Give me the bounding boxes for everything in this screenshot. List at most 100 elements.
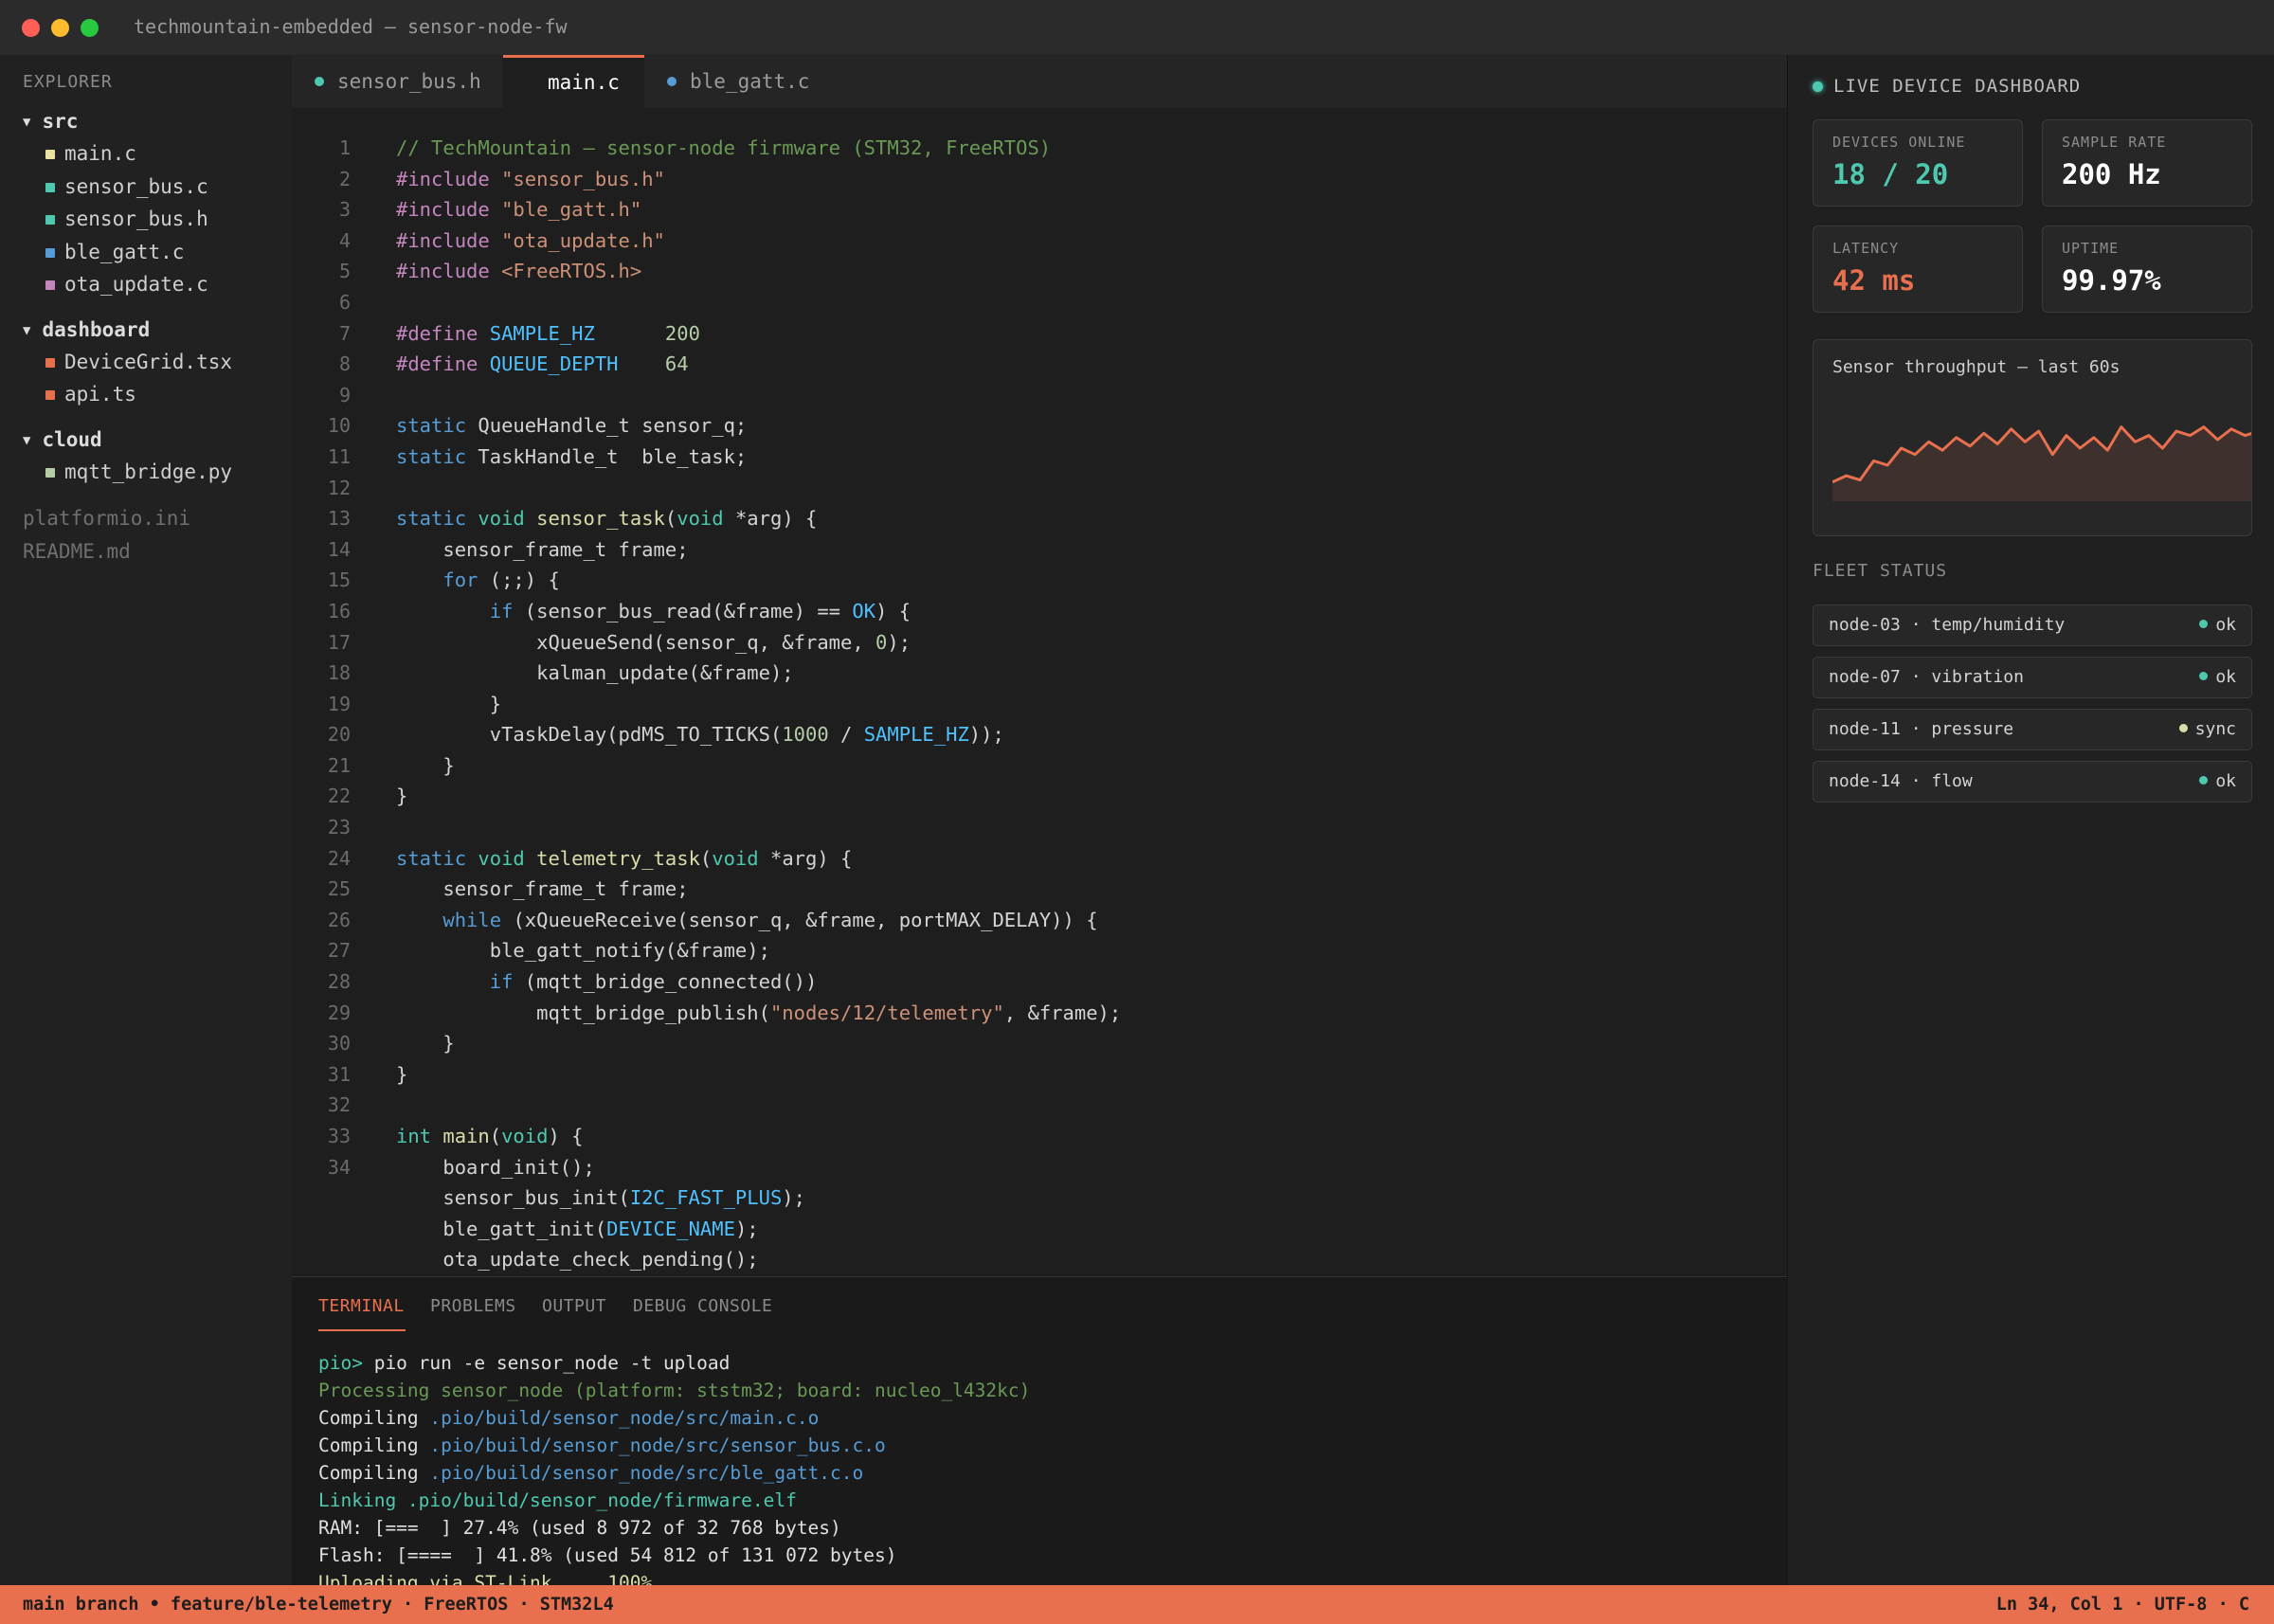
code-line[interactable]	[396, 287, 1121, 318]
code-line[interactable]	[396, 812, 1121, 843]
file-modified-icon	[667, 77, 677, 86]
file-item[interactable]: sensor_bus.h	[45, 208, 208, 230]
code-line[interactable]: sensor_bus_init(I2C_FAST_PLUS);	[396, 1182, 1121, 1214]
file-item[interactable]: ble_gatt.c	[45, 241, 184, 263]
code-line[interactable]: while (xQueueReceive(sensor_q, &frame, p…	[396, 905, 1121, 936]
fleet-row[interactable]: node-14 · flow ok	[1813, 761, 2252, 803]
code-line[interactable]: for (;;) {	[396, 565, 1121, 596]
terminal-tab-terminal[interactable]: TERMINAL	[318, 1296, 405, 1316]
file-item[interactable]: ota_update.c	[45, 273, 208, 296]
file-type-icon	[45, 150, 55, 159]
code-line[interactable]	[396, 473, 1121, 504]
code-line[interactable]: #define SAMPLE_HZ 200	[396, 318, 1121, 350]
code-line[interactable]: vTaskDelay(pdMS_TO_TICKS(1000 / SAMPLE_H…	[396, 719, 1121, 750]
code-line[interactable]: }	[396, 689, 1121, 720]
fleet-row[interactable]: node-03 · temp/humidity ok	[1813, 604, 2252, 646]
chart-title: Sensor throughput — last 60s	[1832, 357, 2121, 377]
terminal-line: RAM: [=== ] 27.4% (used 8 972 of 32 768 …	[318, 1514, 1030, 1542]
code-line[interactable]: #include "ota_update.h"	[396, 226, 1121, 257]
line-number: 34	[327, 1155, 351, 1179]
code-line[interactable]	[396, 1090, 1121, 1121]
code-line[interactable]: int main(void) {	[396, 1121, 1121, 1152]
terminal-panel[interactable]: pio> pio run -e sensor_node -t upload Pro…	[292, 1276, 1787, 1594]
metric-label: SAMPLE RATE	[2062, 134, 2167, 151]
code-line[interactable]: }	[396, 1059, 1121, 1091]
code-content[interactable]: // TechMountain — sensor-node firmware (…	[396, 133, 1121, 1275]
minimize-window-button[interactable]	[51, 19, 69, 37]
code-line[interactable]: }	[396, 750, 1121, 782]
file-label: mqtt_bridge.py	[64, 460, 233, 483]
fleet-row[interactable]: node-11 · pressure sync	[1813, 709, 2252, 750]
code-line[interactable]: board_init();	[396, 1152, 1121, 1183]
line-number: 9	[338, 383, 351, 406]
code-token: sensor_bus_init(	[396, 1186, 630, 1210]
code-line[interactable]: sensor_frame_t frame;	[396, 534, 1121, 566]
line-number: 28	[327, 970, 351, 994]
file-item[interactable]: sensor_bus.c	[45, 175, 208, 198]
status-branch[interactable]: main branch • feature/ble-telemetry · Fr…	[23, 1595, 614, 1615]
code-line[interactable]: if (mqtt_bridge_connected())	[396, 966, 1121, 998]
fleet-row[interactable]: node-07 · vibration ok	[1813, 657, 2252, 698]
file-item[interactable]: main.c	[45, 142, 136, 165]
terminal-tab-debug-console[interactable]: DEBUG CONSOLE	[633, 1296, 772, 1316]
code-line[interactable]: xQueueSend(sensor_q, &frame, 0);	[396, 627, 1121, 659]
code-line[interactable]: }	[396, 1028, 1121, 1059]
file-item[interactable]: mqtt_bridge.py	[45, 460, 233, 483]
tab-label: main.c	[548, 71, 620, 94]
file-item[interactable]: api.ts	[45, 383, 136, 406]
metric-card-latency: LATENCY 42 ms	[1813, 226, 2023, 313]
terminal-line: Compiling .pio/build/sensor_node/src/ble…	[318, 1459, 1030, 1487]
tab-sensor-bus-h[interactable]: sensor_bus.h	[292, 55, 503, 108]
tab-main-c[interactable]: main.c	[503, 55, 644, 108]
code-line[interactable]: static TaskHandle_t ble_task;	[396, 442, 1121, 473]
code-line[interactable]: #include "ble_gatt.h"	[396, 194, 1121, 226]
close-window-button[interactable]	[22, 19, 40, 37]
code-line[interactable]: if (sensor_bus_read(&frame) == OK) {	[396, 596, 1121, 627]
maximize-window-button[interactable]	[81, 19, 99, 37]
line-number: 10	[327, 414, 351, 438]
line-number: 25	[327, 877, 351, 901]
code-line[interactable]: sensor_frame_t frame;	[396, 874, 1121, 905]
terminal-tab-output[interactable]: OUTPUT	[542, 1296, 606, 1316]
status-cursor-position[interactable]: Ln 34, Col 1 · UTF-8 · C	[1996, 1595, 2249, 1615]
code-line[interactable]	[396, 380, 1121, 411]
code-editor[interactable]: 1 2 3 4 5 6 7 8 9 10 11 12 13 14 15 16 17 18 19 20 21 22 23 24 2…	[292, 108, 1787, 1276]
code-line[interactable]: static void sensor_task(void *arg) {	[396, 503, 1121, 534]
code-line[interactable]: #include <FreeRTOS.h>	[396, 256, 1121, 287]
fleet-node-name: node-11 · pressure	[1829, 719, 2014, 739]
folder-src[interactable]: ▼ src	[23, 110, 78, 133]
folder-cloud[interactable]: ▼ cloud	[23, 428, 102, 451]
code-token: #include	[396, 260, 502, 283]
tab-ble-gatt-c[interactable]: ble_gatt.c	[644, 55, 817, 108]
code-line[interactable]: }	[396, 781, 1121, 812]
code-line[interactable]: static QueueHandle_t sensor_q;	[396, 410, 1121, 442]
code-line[interactable]: ble_gatt_notify(&frame);	[396, 935, 1121, 966]
code-token: (	[699, 846, 713, 870]
code-line[interactable]: // TechMountain — sensor-node firmware (…	[396, 133, 1121, 164]
file-item[interactable]: platformio.ini	[23, 507, 190, 530]
code-line[interactable]: kalman_update(&frame);	[396, 658, 1121, 689]
code-line[interactable]: #include "sensor_bus.h"	[396, 164, 1121, 195]
throughput-point	[2148, 435, 2150, 437]
file-item[interactable]: README.md	[23, 540, 131, 563]
terminal-output[interactable]: pio> pio run -e sensor_node -t upload Pro…	[318, 1349, 1030, 1597]
code-line[interactable]: #define QUEUE_DEPTH 64	[396, 349, 1121, 380]
folder-dashboard[interactable]: ▼ dashboard	[23, 318, 150, 341]
terminal-tab-problems[interactable]: PROBLEMS	[430, 1296, 516, 1316]
throughput-point	[1846, 475, 1848, 477]
code-line[interactable]: mqtt_bridge_publish("nodes/12/telemetry"…	[396, 998, 1121, 1029]
file-item[interactable]: DeviceGrid.tsx	[45, 351, 232, 373]
code-line[interactable]: static void telemetry_task(void *arg) {	[396, 843, 1121, 875]
terminal-token: Compiling	[318, 1462, 430, 1484]
code-token: OK	[852, 599, 876, 623]
throughput-point	[1983, 432, 1985, 434]
code-line[interactable]: ble_gatt_init(DEVICE_NAME);	[396, 1214, 1121, 1245]
code-token: );	[734, 1217, 759, 1240]
line-number: 30	[327, 1032, 351, 1056]
terminal-token: .pio/build/sensor_node/src/ble_gatt.c.o	[429, 1462, 864, 1484]
status-bar: main branch • feature/ble-telemetry · Fr…	[0, 1585, 2274, 1624]
code-token: void	[478, 846, 537, 870]
throughput-point	[2011, 428, 2012, 430]
code-token: void	[478, 507, 537, 531]
code-line[interactable]: ota_update_check_pending();	[396, 1244, 1121, 1275]
